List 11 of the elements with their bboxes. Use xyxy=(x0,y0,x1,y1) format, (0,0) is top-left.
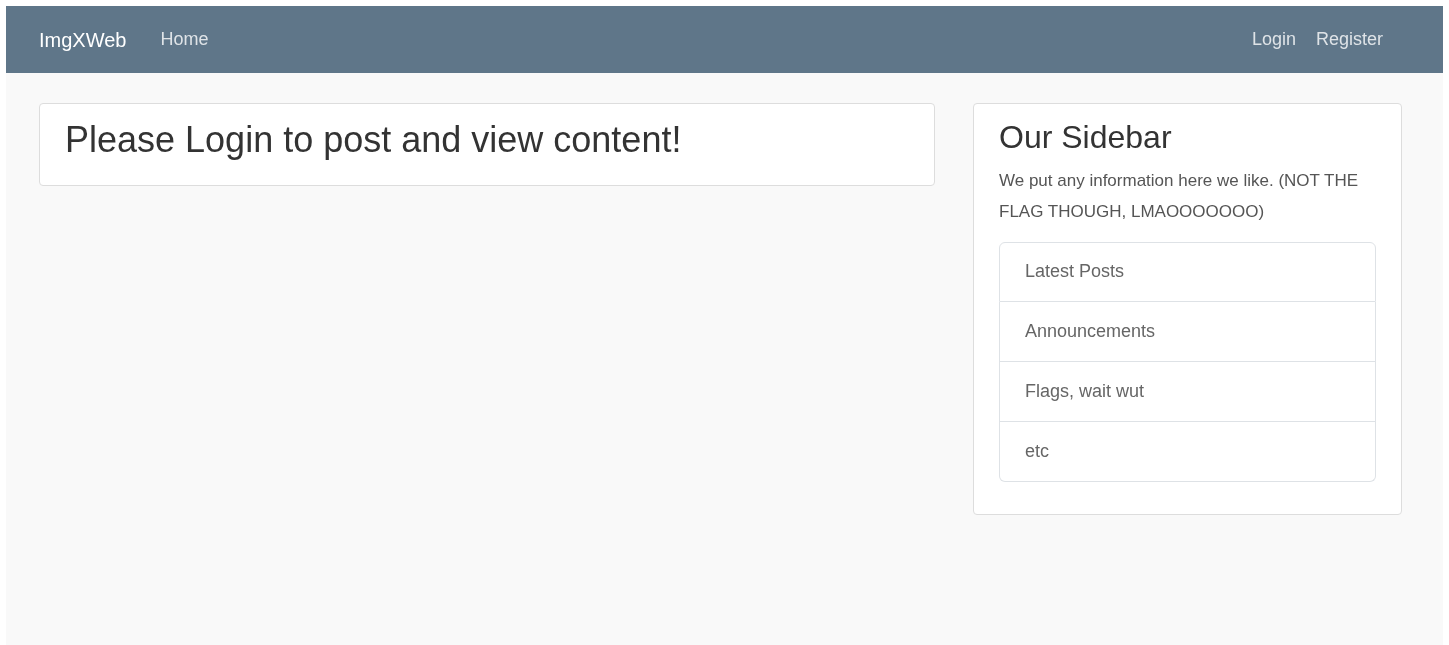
nav-link[interactable]: Login xyxy=(1241,26,1306,53)
sidebar-link[interactable]: etc xyxy=(999,421,1376,482)
sidebar-link[interactable]: Latest Posts xyxy=(999,241,1376,302)
sidebar-link[interactable]: Flags, wait wut xyxy=(999,361,1376,422)
sidebar-title: Our Sidebar xyxy=(999,118,1173,157)
sidebar-text: We put any information here we like. (NOT THE FLAG THOUGH, LMAOOOOOOO) xyxy=(999,170,1360,223)
brand-logo[interactable]: ImgXWeb xyxy=(39,24,127,55)
heading: Please Login to post and view content! xyxy=(65,118,683,162)
nav-link[interactable]: Register xyxy=(1305,26,1393,53)
nav-link[interactable]: Home xyxy=(150,26,219,53)
sidebar-link[interactable]: Announcements xyxy=(999,301,1376,362)
